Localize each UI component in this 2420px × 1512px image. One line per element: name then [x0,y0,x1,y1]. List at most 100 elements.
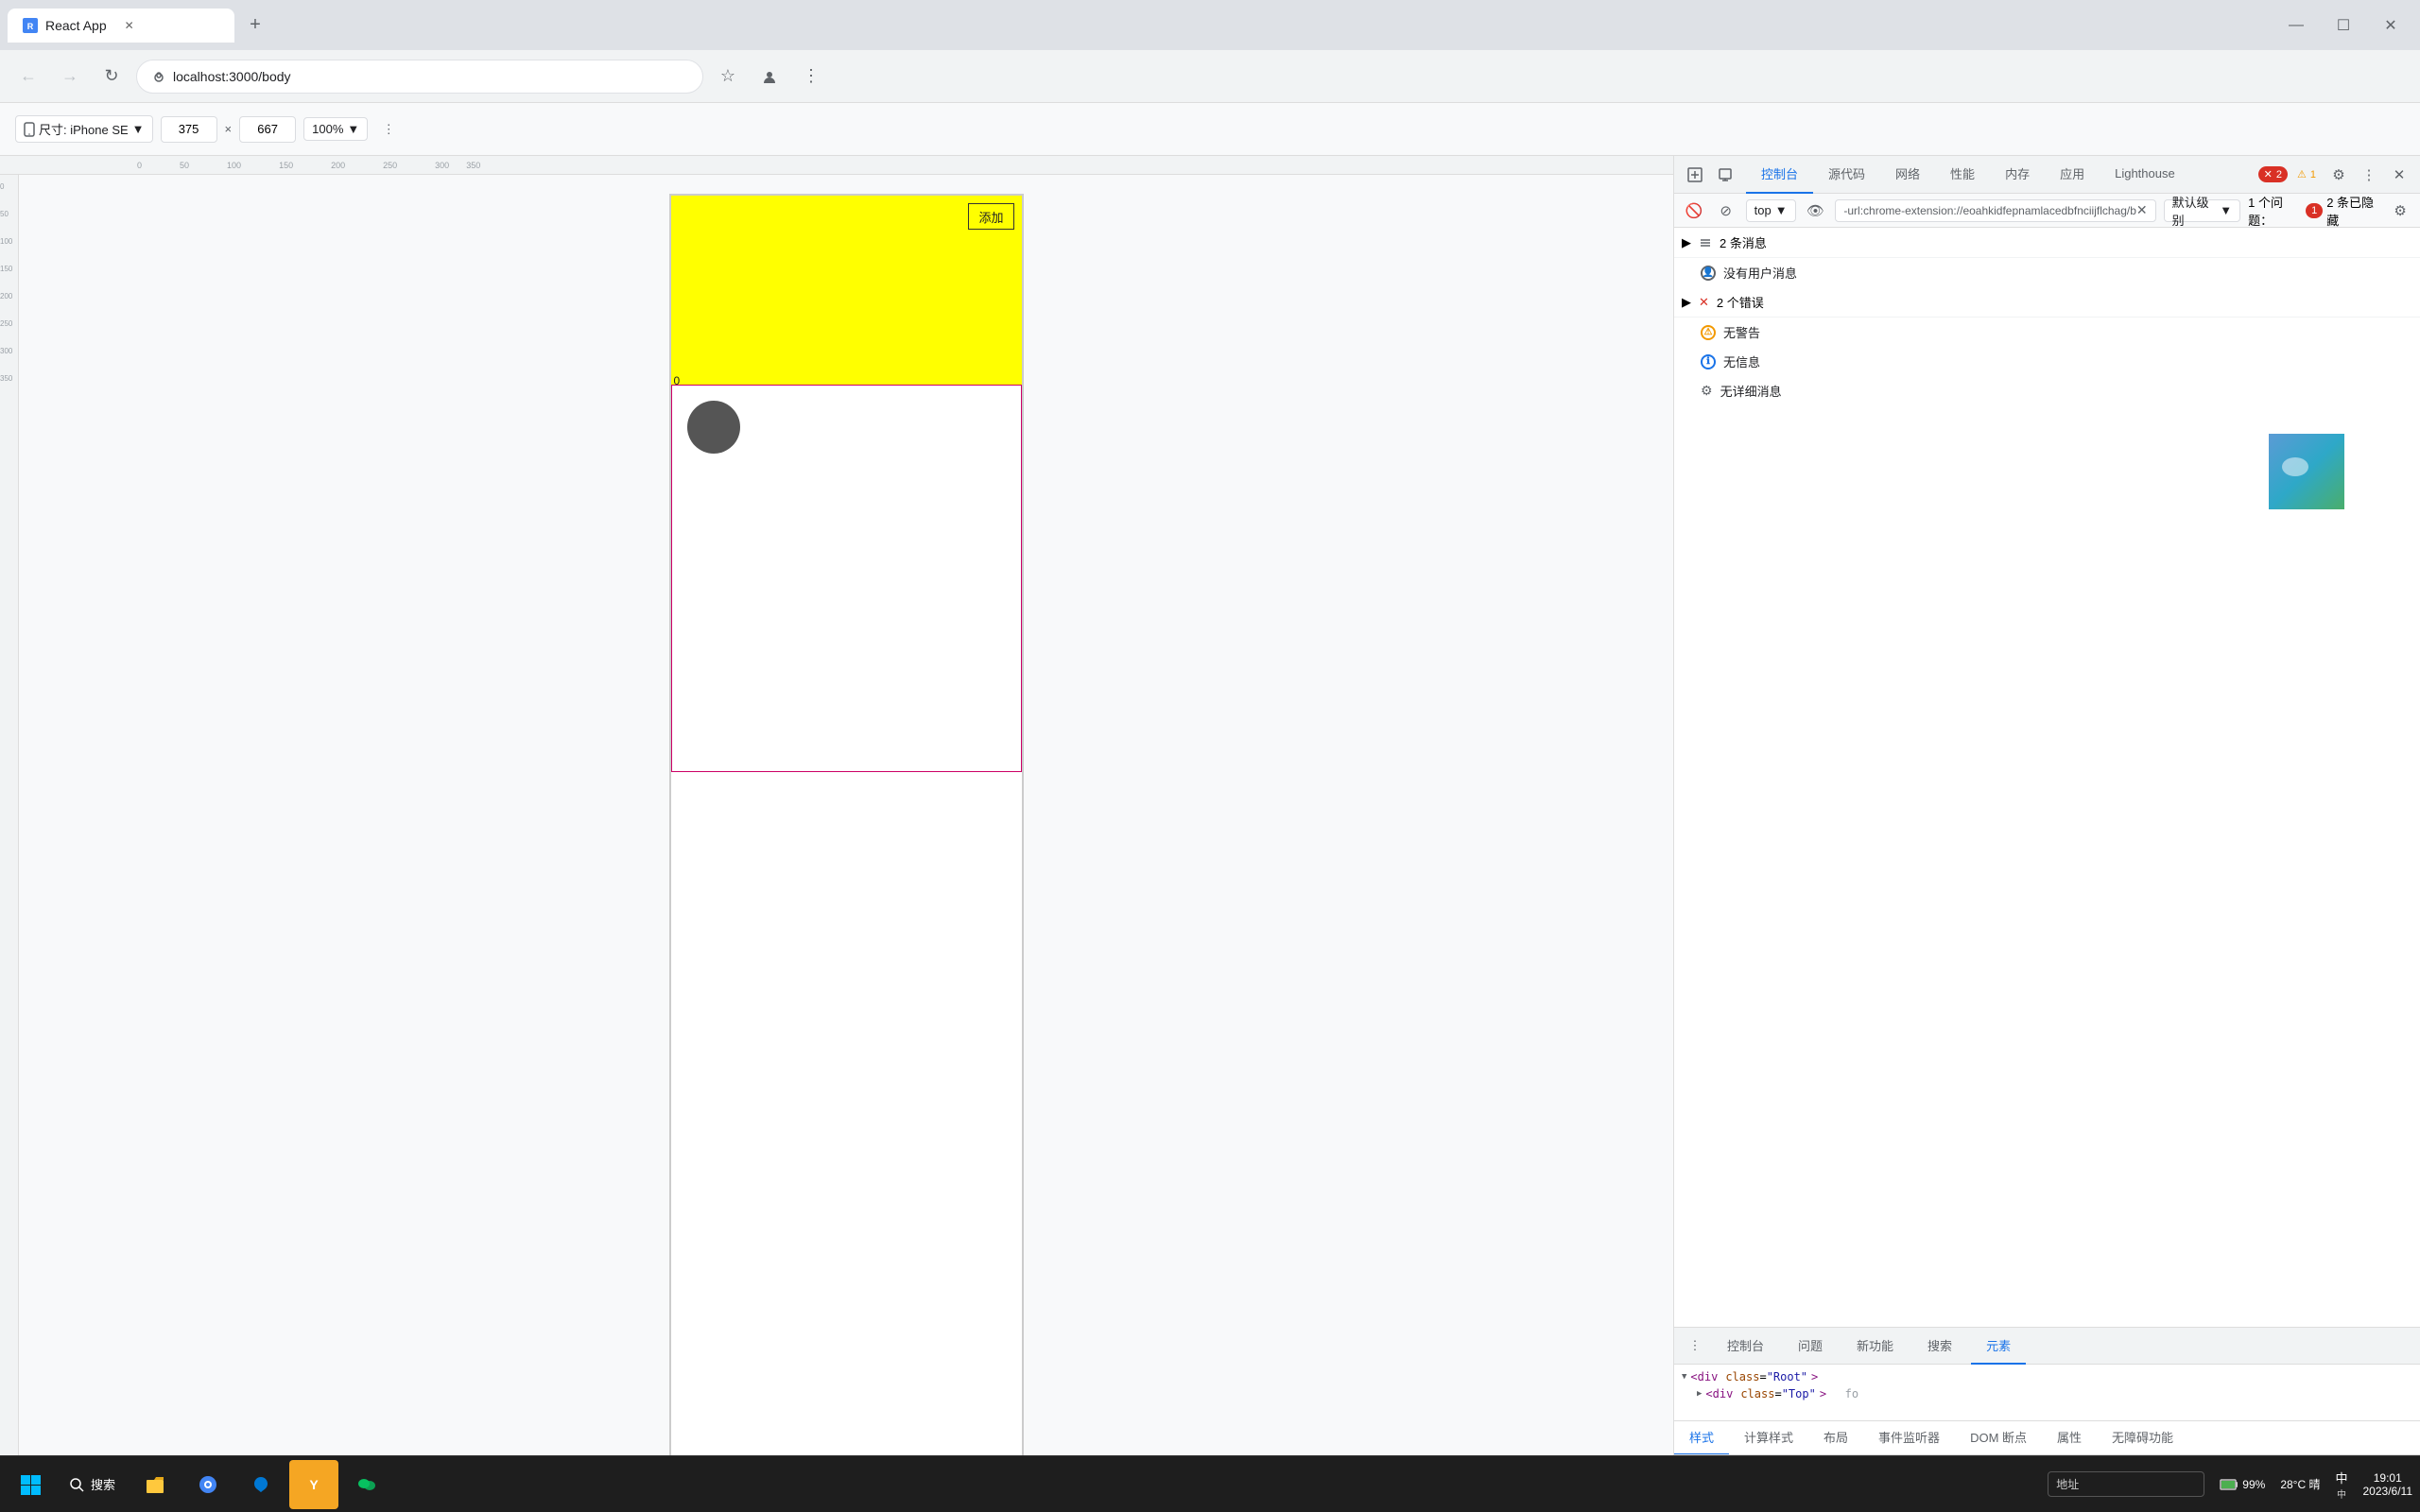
refresh-button[interactable]: ↻ [95,60,129,94]
close-button[interactable]: ✕ [2369,10,2412,41]
phone-content: 添加 0 [671,196,1022,1491]
tab-memory[interactable]: 内存 [1990,156,2045,194]
style-tab-styles[interactable]: 样式 [1674,1421,1729,1455]
chevron-down-icon-level: ▼ [2220,203,2232,217]
console-item-no-user[interactable]: 👤 没有用户消息 [1674,258,2420,287]
taskbar-browser[interactable] [183,1460,233,1509]
bottom-tab-console[interactable]: 控制台 [1712,1327,1779,1365]
browser-tab[interactable]: R React App ✕ [8,9,234,43]
wechat-icon [356,1474,377,1495]
dimension-divider: × [225,122,233,136]
issues-count: 1 个问题： 1 2 条已隐藏 [2248,193,2380,229]
profile-button[interactable] [752,60,786,94]
devtools-toolbar: 控制台 源代码 网络 性能 内存 应用 Lighthouse ✕ 2 ⚠ 1 [1674,156,2420,194]
height-input[interactable] [239,116,296,143]
nav-bar: ← → ↻ localhost:3000/body ☆ ⋮ [0,50,2420,103]
blue-circle-decoration [2269,434,2344,509]
dom-tag-close2: > [1820,1387,1826,1400]
url-filter-close-button[interactable]: ✕ [2136,202,2148,218]
console-group-errors: ▶ ✕ 2 个错误 [1674,287,2420,318]
counter-content [672,469,1021,771]
style-tab-layout[interactable]: 布局 [1808,1421,1863,1455]
clear-console-button[interactable]: 🚫 [1682,198,1706,224]
no-verbose-message: 无详细消息 [1720,382,2412,400]
warning-count: 1 [2310,169,2316,180]
tab-title: React App [45,18,107,33]
bottom-tab-more-button[interactable]: ⋮ [1682,1332,1708,1359]
tab-application[interactable]: 应用 [2045,156,2100,194]
dom-attr-class: class="Root" [1725,1370,1807,1383]
tab-close-button[interactable]: ✕ [122,18,137,33]
url-filter-input[interactable]: -url:chrome-extension://eoahkidfepnamlac… [1835,199,2155,222]
style-tab-accessibility[interactable]: 无障碍功能 [2097,1421,2188,1455]
console-item-no-info[interactable]: ℹ 无信息 [1674,347,2420,376]
taskbar-search[interactable]: 搜索 [57,1460,127,1509]
context-filter-dropdown[interactable]: top ▼ [1746,199,1796,222]
system-tray-lang[interactable]: 中 中 [2335,1469,2347,1501]
device-selector[interactable]: 尺寸: iPhone SE ▼ [15,115,153,143]
chevron-down-icon: ▼ [132,122,145,136]
dom-expand-top-icon[interactable]: ▶ [1697,1389,1702,1399]
style-tab-dom-breakpoints[interactable]: DOM 断点 [1955,1421,2042,1455]
profile-icon [761,68,778,85]
width-input[interactable] [161,116,217,143]
issues-error-badge: 1 [2306,203,2323,218]
console-messages-header[interactable]: ▶ 2 条消息 [1674,228,2420,257]
devtools-bottom-tabs: ⋮ 控制台 问题 新功能 搜索 元素 [1674,1327,2420,1365]
address-input-taskbar[interactable] [2083,1478,2196,1491]
style-tab-computed[interactable]: 计算样式 [1729,1421,1808,1455]
dom-line-top[interactable]: ▶ <div class="Top" > fo [1682,1385,2412,1402]
address-label: 地址 [2056,1476,2079,1492]
bottom-tab-elements[interactable]: 元素 [1971,1327,2026,1365]
tab-network[interactable]: 网络 [1880,156,1935,194]
start-button[interactable] [8,1462,53,1507]
new-tab-button[interactable]: + [242,12,268,39]
tab-console[interactable]: 控制台 [1746,156,1813,194]
tab-sources[interactable]: 源代码 [1813,156,1880,194]
minimize-button[interactable]: — [2274,10,2318,41]
inspect-element-button[interactable] [1682,162,1708,188]
console-settings-button[interactable]: ⚙ [2388,198,2412,224]
menu-button[interactable]: ⋮ [794,60,828,94]
bottom-tab-issues[interactable]: 问题 [1783,1327,1838,1365]
taskbar-yd[interactable]: Y [289,1460,338,1509]
expand-icon-errors: ▶ [1682,295,1691,310]
dark-circle [687,401,740,454]
device-more-options[interactable]: ⋮ [375,116,402,143]
forward-button[interactable]: → [53,60,87,94]
console-item-no-verbose[interactable]: ⚙ 无详细消息 [1674,376,2420,405]
maximize-button[interactable]: ☐ [2322,10,2365,41]
back-button[interactable]: ← [11,60,45,94]
devtools-close-button[interactable]: ✕ [2386,162,2412,188]
svg-text:R: R [27,22,34,31]
style-tab-event-listeners[interactable]: 事件监听器 [1863,1421,1955,1455]
bookmark-button[interactable]: ☆ [711,60,745,94]
bottom-tab-search[interactable]: 搜索 [1912,1327,1967,1365]
taskbar-edge[interactable] [236,1460,285,1509]
tab-performance[interactable]: 性能 [1935,156,1990,194]
devtools-settings-button[interactable]: ⚙ [2325,162,2352,188]
no-user-message: 没有用户消息 [1723,264,2412,282]
battery-indicator: 99% [2220,1478,2265,1491]
address-bar-taskbar[interactable]: 地址 [2048,1471,2204,1497]
add-button[interactable]: 添加 [968,203,1013,230]
address-bar[interactable]: localhost:3000/body [136,60,703,94]
zoom-selector[interactable]: 100% ▼ [303,117,368,141]
devtools-tabs: 控制台 源代码 网络 性能 内存 应用 Lighthouse [1746,156,2251,194]
bottom-tab-new-features[interactable]: 新功能 [1841,1327,1909,1365]
device-toolbar-button[interactable] [1712,162,1738,188]
devtools-more-button[interactable]: ⋮ [2356,162,2382,188]
console-errors-header[interactable]: ▶ ✕ 2 个错误 [1674,287,2420,317]
console-item-no-warning[interactable]: ⚠ 无警告 [1674,318,2420,347]
battery-icon [2220,1479,2238,1490]
dom-expand-icon[interactable]: ▼ [1682,1372,1686,1382]
log-level-dropdown[interactable]: 默认级别 ▼ [2164,199,2241,222]
console-content: ▶ 2 条消息 👤 没有用户消息 [1674,228,2420,1327]
taskbar-wechat[interactable] [342,1460,391,1509]
style-tab-properties[interactable]: 属性 [2042,1421,2097,1455]
filter-icon-button[interactable]: ⊘ [1714,198,1738,224]
dom-line-root[interactable]: ▼ <div class="Root" > [1682,1368,2412,1385]
taskbar-file-explorer[interactable] [130,1460,180,1509]
eye-icon-button[interactable]: 👁 [1804,198,1828,224]
tab-lighthouse[interactable]: Lighthouse [2100,156,2190,194]
